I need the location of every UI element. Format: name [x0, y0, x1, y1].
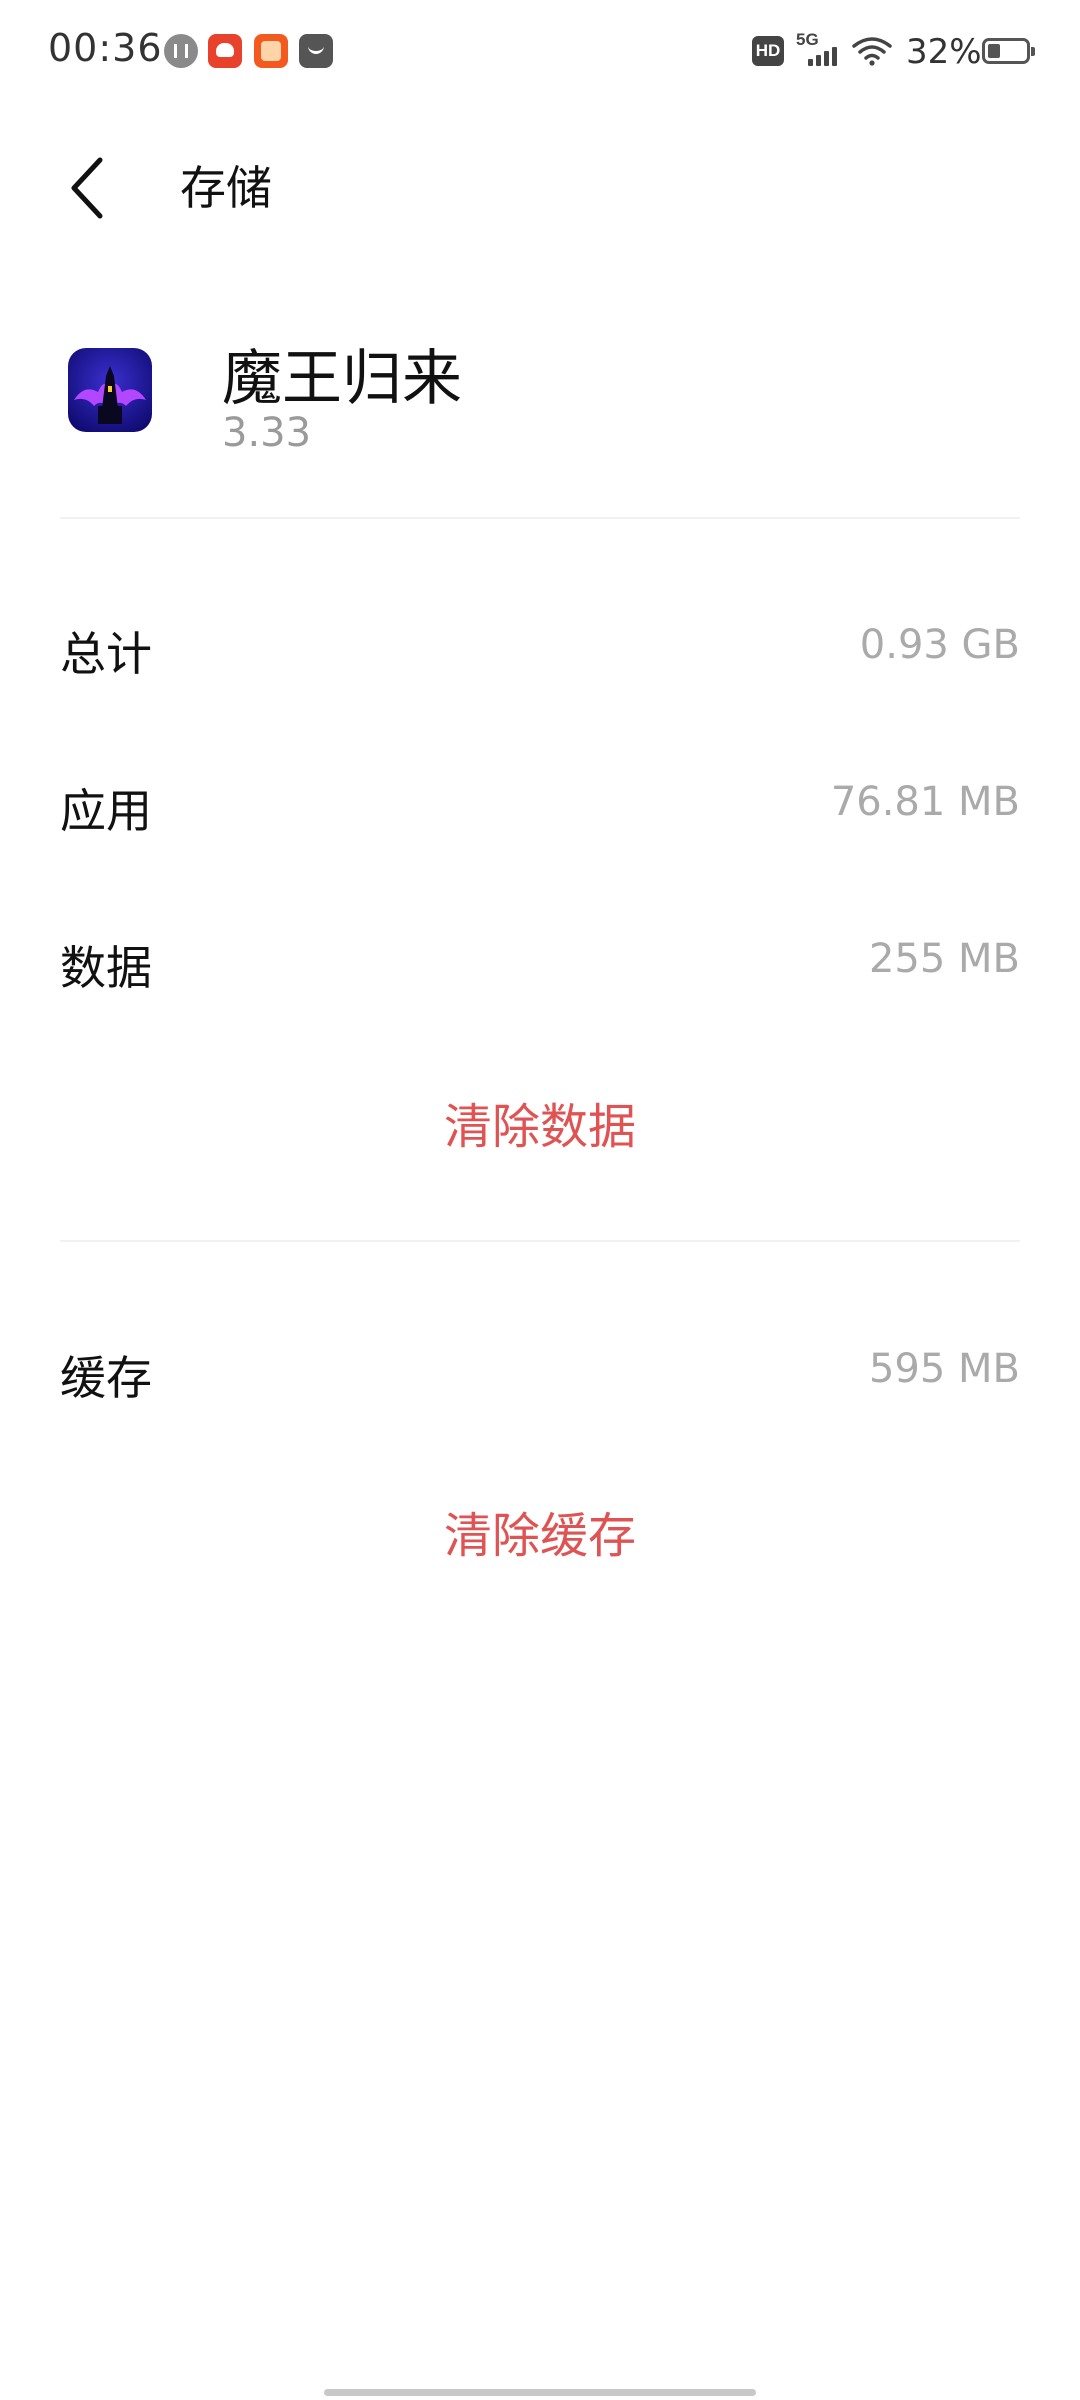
data-size-value: 255 MB [868, 936, 1020, 982]
app-name: 魔王归来 [222, 344, 462, 414]
app-version: 3.33 [222, 410, 312, 456]
page-title: 存储 [180, 161, 272, 215]
game-app-icon [68, 348, 152, 432]
divider [60, 517, 1020, 519]
taobao-icon [254, 34, 288, 68]
clear-data-button[interactable]: 清除数据 [0, 1087, 1080, 1157]
status-bar: 00:36 HD 5G 32% [0, 0, 1080, 104]
hd-badge: HD [752, 36, 784, 66]
wifi-icon [852, 37, 892, 66]
chevron-left-icon [71, 157, 103, 219]
status-time: 00:36 [48, 26, 163, 70]
home-indicator[interactable] [324, 2389, 756, 2396]
divider [60, 1240, 1020, 1242]
cache-value: 595 MB [868, 1346, 1020, 1392]
data-size-label: 数据 [60, 941, 152, 995]
battery-percent: 32% [906, 32, 982, 72]
back-button[interactable] [60, 148, 120, 228]
cache-label: 缓存 [60, 1351, 152, 1405]
app-size-value: 76.81 MB [830, 779, 1020, 825]
battery-icon [982, 38, 1035, 64]
battery-fill [988, 44, 1000, 58]
signal-strength-icon [808, 44, 844, 66]
voice-assistant-icon [164, 34, 198, 68]
message-icon [299, 34, 333, 68]
total-value: 0.93 GB [859, 622, 1020, 668]
app-notification-icon [208, 34, 242, 68]
app-size-label: 应用 [60, 784, 152, 838]
total-label: 总计 [60, 627, 152, 681]
clear-cache-button[interactable]: 清除缓存 [0, 1496, 1080, 1566]
